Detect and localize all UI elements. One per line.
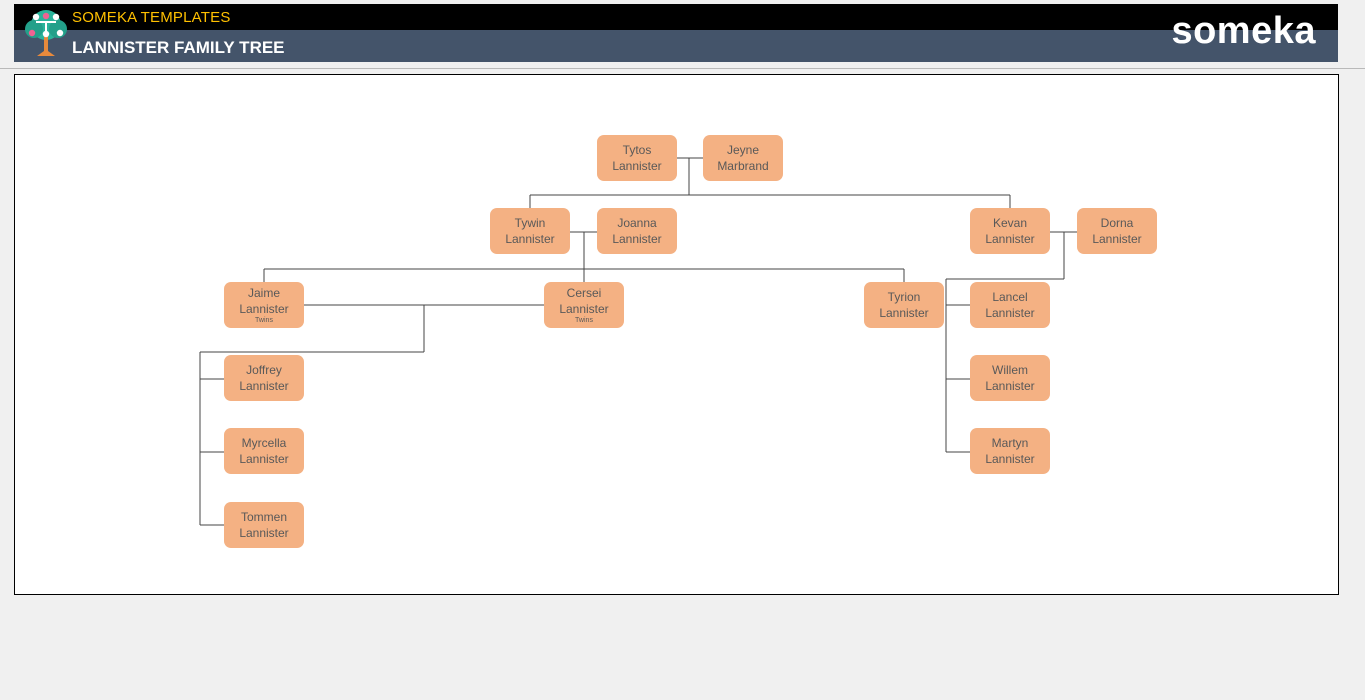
member-node-martyn: Martyn Lannister bbox=[970, 428, 1050, 474]
member-note: Twins bbox=[255, 317, 273, 324]
member-last-name: Lannister bbox=[985, 306, 1035, 320]
brand-label: SOMEKA TEMPLATES bbox=[72, 9, 231, 26]
member-node-tommen: Tommen Lannister bbox=[224, 502, 304, 548]
member-first-name: Martyn bbox=[991, 436, 1029, 450]
member-last-name: Lannister bbox=[239, 526, 289, 540]
member-first-name: Dorna bbox=[1100, 216, 1134, 230]
member-note: Twins bbox=[575, 317, 593, 324]
member-node-tywin: Tywin Lannister bbox=[490, 208, 570, 254]
member-first-name: Jeyne bbox=[726, 143, 760, 157]
member-node-willem: Willem Lannister bbox=[970, 355, 1050, 401]
member-node-lancel: Lancel Lannister bbox=[970, 282, 1050, 328]
member-last-name: Lannister bbox=[985, 379, 1035, 393]
member-last-name: Lannister bbox=[985, 452, 1035, 466]
member-first-name: Tyrion bbox=[887, 290, 921, 304]
member-first-name: Kevan bbox=[992, 216, 1028, 230]
member-first-name: Lancel bbox=[992, 290, 1028, 304]
member-last-name: Lannister bbox=[239, 452, 289, 466]
member-node-joffrey: Joffrey Lannister bbox=[224, 355, 304, 401]
member-first-name: Joffrey bbox=[246, 363, 282, 377]
member-first-name: Myrcella bbox=[241, 436, 287, 450]
member-last-name: Lannister bbox=[559, 302, 609, 316]
member-node-tytos: Tytos Lannister bbox=[597, 135, 677, 181]
member-last-name: Lannister bbox=[985, 232, 1035, 246]
member-first-name: Tommen bbox=[240, 510, 287, 524]
member-node-joanna: Joanna Lannister bbox=[597, 208, 677, 254]
member-node-dorna: Dorna Lannister bbox=[1077, 208, 1157, 254]
member-last-name: Lannister bbox=[612, 232, 662, 246]
member-first-name: Cersei bbox=[566, 286, 602, 300]
member-node-kevan: Kevan Lannister bbox=[970, 208, 1050, 254]
someka-wordmark-logo: someka bbox=[1171, 10, 1316, 52]
member-last-name: Lannister bbox=[612, 159, 662, 173]
family-tree-logo-icon bbox=[25, 10, 67, 56]
member-node-myrcella: Myrcella Lannister bbox=[224, 428, 304, 474]
member-first-name: Joanna bbox=[617, 216, 657, 230]
member-node-jeyne: Jeyne Marbrand bbox=[703, 135, 783, 181]
header-banner: SOMEKA TEMPLATES LANNISTER FAMILY TREE s… bbox=[14, 4, 1338, 62]
member-last-name: Lannister bbox=[1092, 232, 1142, 246]
member-first-name: Tywin bbox=[514, 216, 546, 230]
member-last-name: Lannister bbox=[505, 232, 555, 246]
page-title: LANNISTER FAMILY TREE bbox=[72, 38, 285, 57]
member-node-tyrion: Tyrion Lannister bbox=[864, 282, 944, 328]
member-last-name: Lannister bbox=[879, 306, 929, 320]
header-separator bbox=[0, 68, 1365, 69]
member-first-name: Tytos bbox=[622, 143, 652, 157]
member-node-jaime: Jaime Lannister Twins bbox=[224, 282, 304, 328]
member-first-name: Jaime bbox=[247, 286, 280, 300]
member-last-name: Marbrand bbox=[717, 159, 769, 173]
member-last-name: Lannister bbox=[239, 379, 289, 393]
family-tree-canvas: Tytos Lannister Jeyne Marbrand Tywin Lan… bbox=[14, 74, 1339, 595]
member-first-name: Willem bbox=[992, 363, 1028, 377]
member-last-name: Lannister bbox=[239, 302, 289, 316]
member-node-cersei: Cersei Lannister Twins bbox=[544, 282, 624, 328]
